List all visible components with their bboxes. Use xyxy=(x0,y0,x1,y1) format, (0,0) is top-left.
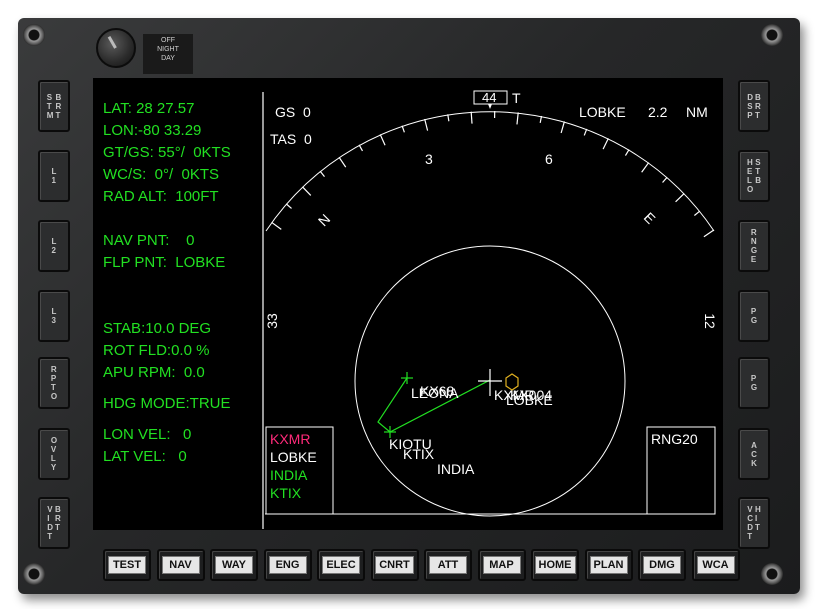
button-dmg-label: DMG xyxy=(643,556,681,574)
legend-india: INDIA xyxy=(270,467,308,483)
compass-tick xyxy=(703,229,715,238)
button-plan[interactable]: PLAN xyxy=(584,549,633,581)
compass-label-3: 3 xyxy=(425,151,433,167)
button-home-label: HOME xyxy=(534,556,576,574)
compass-tick xyxy=(602,138,609,150)
compass-tick xyxy=(285,203,292,209)
gs-readout: GS 0 xyxy=(275,104,311,120)
button-elec[interactable]: ELEC xyxy=(317,549,365,581)
legend-ktix: KTIX xyxy=(270,485,302,501)
compass-tick xyxy=(675,193,685,203)
button-att-label: ATT xyxy=(429,556,467,574)
legend-lobke: LOBKE xyxy=(270,449,317,465)
compass-label-6: 6 xyxy=(545,151,553,167)
compass-tick xyxy=(641,162,650,173)
heading-readout: 44 xyxy=(482,90,497,105)
button-map[interactable]: MAP xyxy=(477,549,526,581)
button-wca-label: WCA xyxy=(696,556,735,574)
compass-tick xyxy=(560,121,565,134)
button-dmg[interactable]: DMG xyxy=(638,549,686,581)
waypoint-label-kx68: KX68 xyxy=(420,383,455,399)
button-nav[interactable]: NAV xyxy=(156,549,205,581)
button-way[interactable]: WAY xyxy=(210,549,258,581)
button-cnrt[interactable]: CNRT xyxy=(370,549,419,581)
nav-map xyxy=(262,90,716,529)
button-wca[interactable]: WCA xyxy=(691,549,740,581)
compass-tick xyxy=(694,210,701,216)
compass-label-12: 12 xyxy=(701,313,718,329)
button-cnrt-label: CNRT xyxy=(375,556,414,574)
button-test[interactable]: TEST xyxy=(103,549,151,581)
compass-tick xyxy=(424,118,429,131)
waypoint-distance: 2.2 xyxy=(648,104,668,120)
button-eng-label: ENG xyxy=(268,556,307,574)
range-readout: RNG20 xyxy=(651,431,698,447)
button-test-label: TEST xyxy=(108,556,146,574)
button-nav-label: NAV xyxy=(161,556,200,574)
compass-tick xyxy=(516,112,519,125)
tas-readout: TAS 0 xyxy=(270,131,312,147)
waypoint-name: LOBKE xyxy=(579,104,626,120)
button-plan-label: PLAN xyxy=(589,556,628,574)
waypoint-label-india: INDIA xyxy=(437,461,475,477)
compass-tick xyxy=(379,134,386,146)
compass-tick xyxy=(662,176,668,183)
compass-tick xyxy=(302,186,312,196)
compass-tick xyxy=(470,111,473,124)
compass-tick xyxy=(319,170,325,177)
waypoint-label-ktix: KTIX xyxy=(403,446,435,462)
compass-tick xyxy=(338,156,347,168)
button-map-label: MAP xyxy=(482,556,521,574)
legend-kxmr: KXMR xyxy=(270,431,311,447)
compass-tick xyxy=(271,221,282,230)
button-way-label: WAY xyxy=(215,556,253,574)
heading-ref: T xyxy=(512,90,521,106)
button-home[interactable]: HOME xyxy=(531,549,579,581)
compass-label-33: 33 xyxy=(263,313,280,329)
waypoint-unit: NM xyxy=(686,104,708,120)
button-att[interactable]: ATT xyxy=(424,549,472,581)
button-elec-label: ELEC xyxy=(322,556,360,574)
waypoint-label-lobke: LOBKE xyxy=(506,392,553,408)
button-eng[interactable]: ENG xyxy=(263,549,312,581)
